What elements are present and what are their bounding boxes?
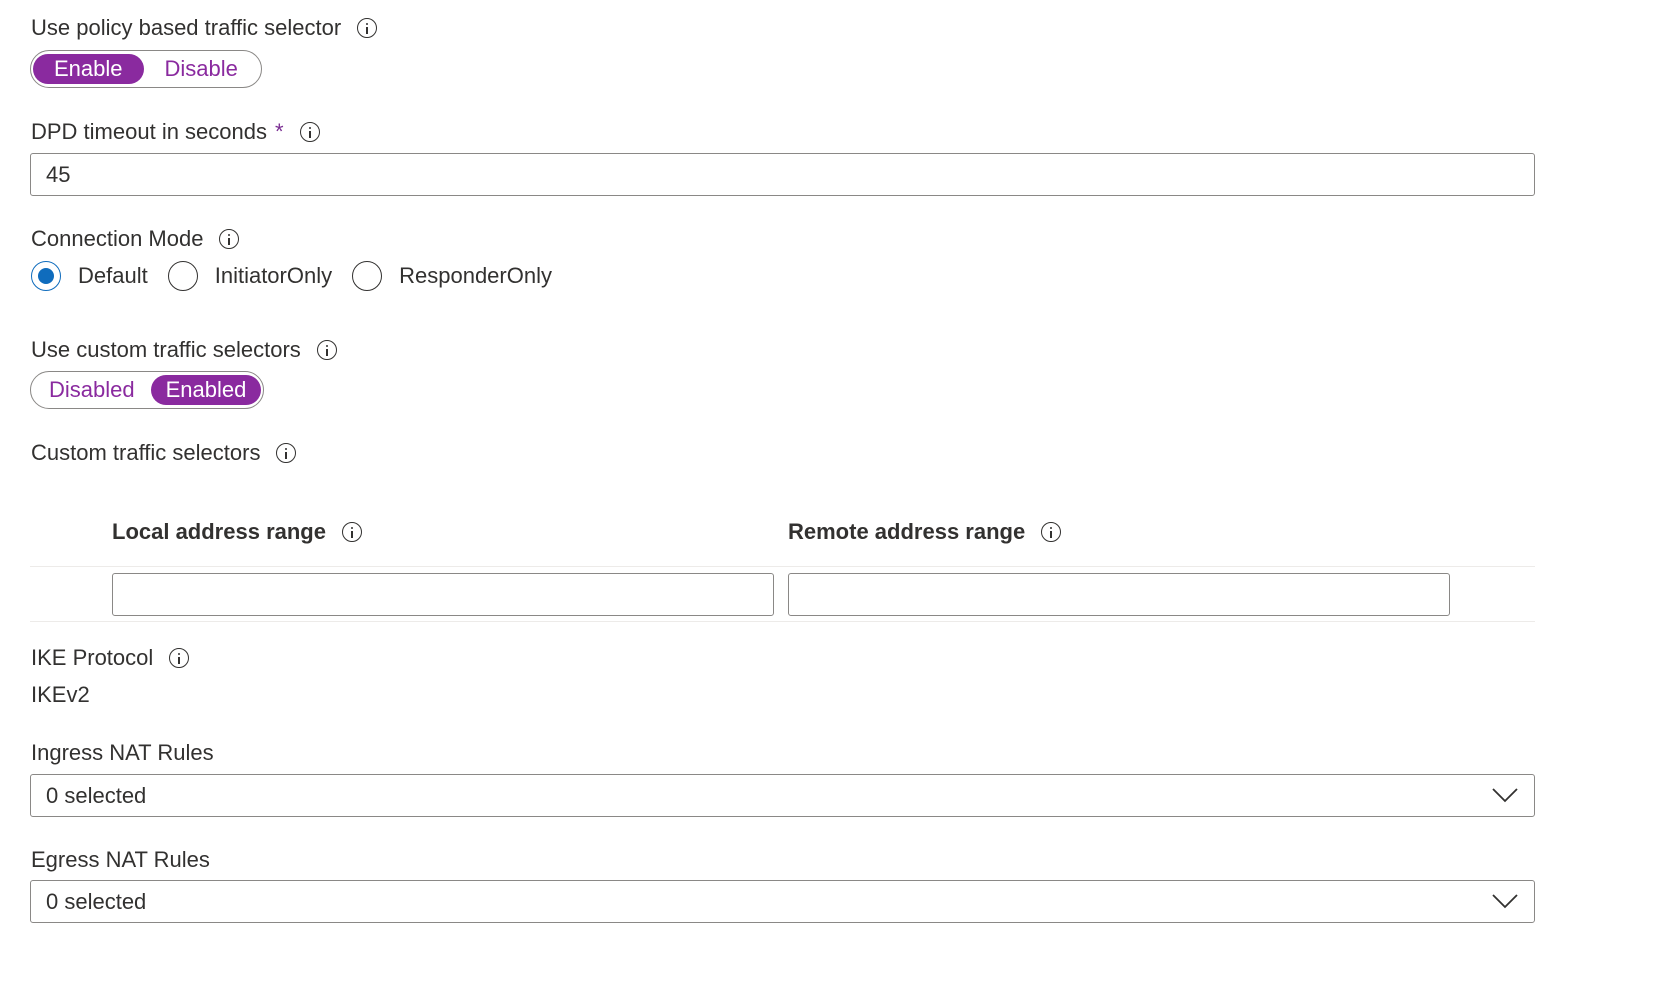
radio-default-label: Default <box>78 263 148 288</box>
policy-selector-label: Use policy based traffic selector <box>31 14 378 42</box>
egress-nat-label-text: Egress NAT Rules <box>31 847 210 872</box>
egress-nat-label: Egress NAT Rules <box>31 846 210 874</box>
policy-selector-label-text: Use policy based traffic selector <box>31 15 342 40</box>
info-icon[interactable] <box>276 443 297 463</box>
info-icon[interactable] <box>316 340 337 360</box>
custom-selectors-toggle-label: Use custom traffic selectors <box>31 336 337 364</box>
custom-selectors-label-text: Custom traffic selectors <box>31 440 261 465</box>
ingress-nat-label-text: Ingress NAT Rules <box>31 740 214 765</box>
radio-initiator-only[interactable]: InitiatorOnly <box>167 261 333 291</box>
policy-enable-option[interactable]: Enable <box>33 54 144 84</box>
ingress-nat-dropdown[interactable]: 0 selected <box>30 774 1535 817</box>
column-header-local-text: Local address range <box>112 519 326 544</box>
grid-divider <box>30 566 1535 567</box>
custom-selectors-toggle-label-text: Use custom traffic selectors <box>31 337 301 362</box>
ingress-nat-label: Ingress NAT Rules <box>31 739 214 767</box>
radio-circle-selected[interactable] <box>31 261 61 291</box>
ike-protocol-label-text: IKE Protocol <box>31 645 154 670</box>
custom-selectors-label: Custom traffic selectors <box>31 439 297 467</box>
info-icon[interactable] <box>341 522 362 542</box>
ike-protocol-value: IKEv2 <box>31 682 90 707</box>
grid-divider <box>30 621 1535 622</box>
egress-nat-value: 0 selected <box>46 888 147 914</box>
dpd-timeout-input[interactable]: 45 <box>30 153 1535 196</box>
custom-disabled-option[interactable]: Disabled <box>33 375 151 405</box>
local-address-range-input[interactable] <box>112 573 774 616</box>
chevron-down-icon[interactable] <box>1492 787 1518 803</box>
info-icon[interactable] <box>169 648 190 668</box>
radio-default[interactable]: Default <box>31 261 148 291</box>
required-asterisk: * <box>275 119 284 144</box>
radio-circle[interactable] <box>167 261 198 291</box>
column-header-local: Local address range <box>112 518 362 546</box>
dpd-timeout-value: 45 <box>46 161 71 187</box>
info-icon[interactable] <box>299 122 320 142</box>
radio-responder-only[interactable]: ResponderOnly <box>352 261 552 291</box>
ingress-nat-value: 0 selected <box>46 782 147 808</box>
dpd-timeout-label-text: DPD timeout in seconds <box>31 119 267 144</box>
connection-mode-radio-group: Default InitiatorOnly ResponderOnly <box>31 261 572 291</box>
connection-mode-label: Connection Mode <box>31 225 240 253</box>
remote-address-range-input[interactable] <box>788 573 1450 616</box>
connection-mode-label-text: Connection Mode <box>31 226 204 251</box>
custom-enabled-option[interactable]: Enabled <box>150 375 262 405</box>
dpd-timeout-label: DPD timeout in seconds * <box>31 118 320 146</box>
column-header-remote: Remote address range <box>788 518 1062 546</box>
egress-nat-dropdown[interactable]: 0 selected <box>30 880 1535 923</box>
info-icon[interactable] <box>357 18 378 38</box>
custom-selectors-grid: Local address range Remote address range <box>30 505 1535 623</box>
info-icon[interactable] <box>219 229 240 249</box>
ike-protocol-label: IKE Protocol <box>31 644 190 672</box>
custom-selectors-toggle[interactable]: Disabled Enabled <box>30 371 265 409</box>
info-icon[interactable] <box>1041 522 1062 542</box>
radio-initiator-only-label: InitiatorOnly <box>214 263 333 288</box>
radio-circle[interactable] <box>352 261 383 291</box>
chevron-down-icon[interactable] <box>1492 893 1518 909</box>
radio-responder-only-label: ResponderOnly <box>399 263 552 288</box>
policy-selector-toggle[interactable]: Enable Disable <box>30 50 262 88</box>
column-header-remote-text: Remote address range <box>788 519 1026 544</box>
policy-disable-option[interactable]: Disable <box>144 54 259 84</box>
